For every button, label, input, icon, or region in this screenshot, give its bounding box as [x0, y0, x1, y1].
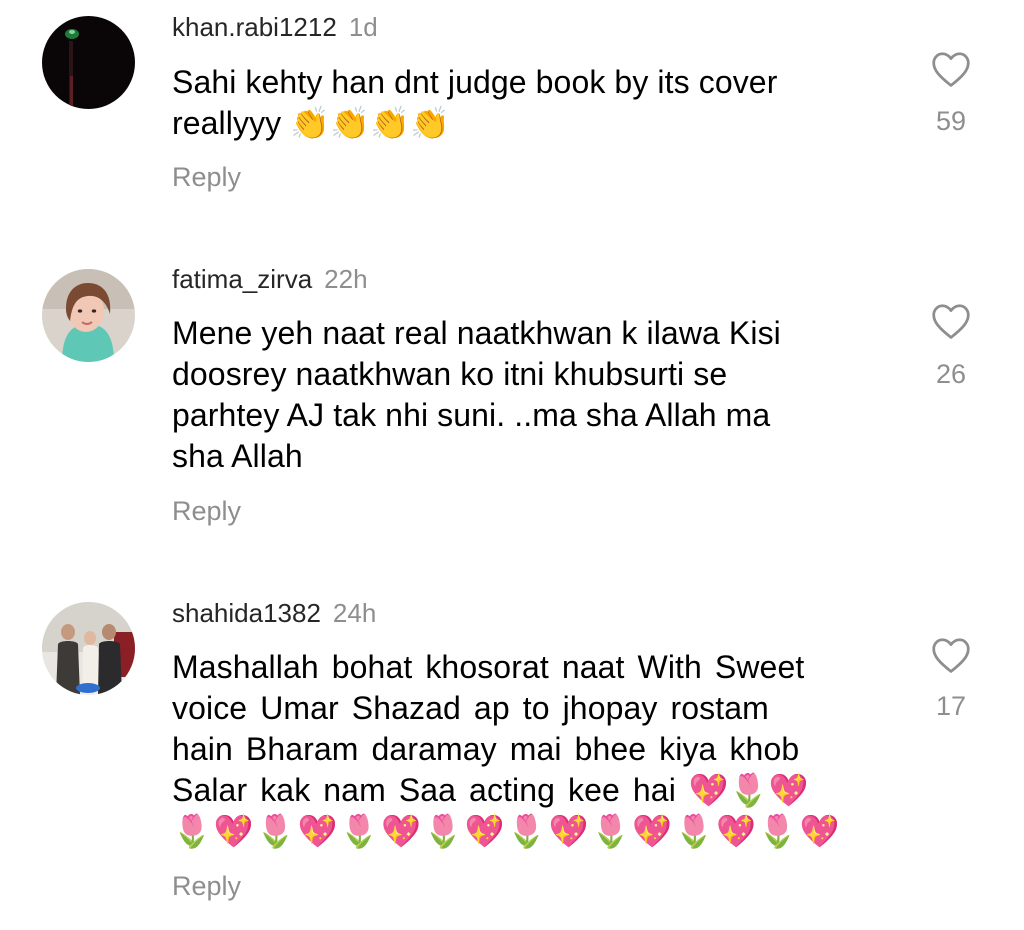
comment-text-line: voice Umar Shazad ap to jhopay rostam: [172, 690, 769, 726]
comment-text-line: hain Bharam daramay mai bhee kiya khob: [172, 731, 800, 767]
comment-text-line: Mashallah bohat khosorat naat With Sweet: [172, 649, 805, 685]
heart-outline-icon: [932, 638, 970, 673]
comment-timestamp: 24h: [332, 598, 377, 628]
like-count: 17: [935, 691, 967, 721]
comment-text-line: Salar kak nam Saa acting kee hai 💖🌷💖: [172, 772, 809, 808]
reply-button[interactable]: Reply: [172, 870, 241, 902]
comment-meta: shahida1382 24h: [172, 598, 376, 628]
avatar[interactable]: [42, 602, 135, 695]
comment-item: shahida1382 24h Mashallah bohat khosorat …: [0, 0, 1024, 930]
comment-username[interactable]: shahida1382: [172, 598, 321, 628]
like-button[interactable]: [928, 636, 974, 674]
comment-text: Mashallah bohat khosorat naat With Sweet…: [172, 647, 842, 852]
comment-text-line: 🌷💖🌷💖🌷💖🌷💖🌷💖🌷💖🌷💖🌷💖: [172, 813, 842, 849]
